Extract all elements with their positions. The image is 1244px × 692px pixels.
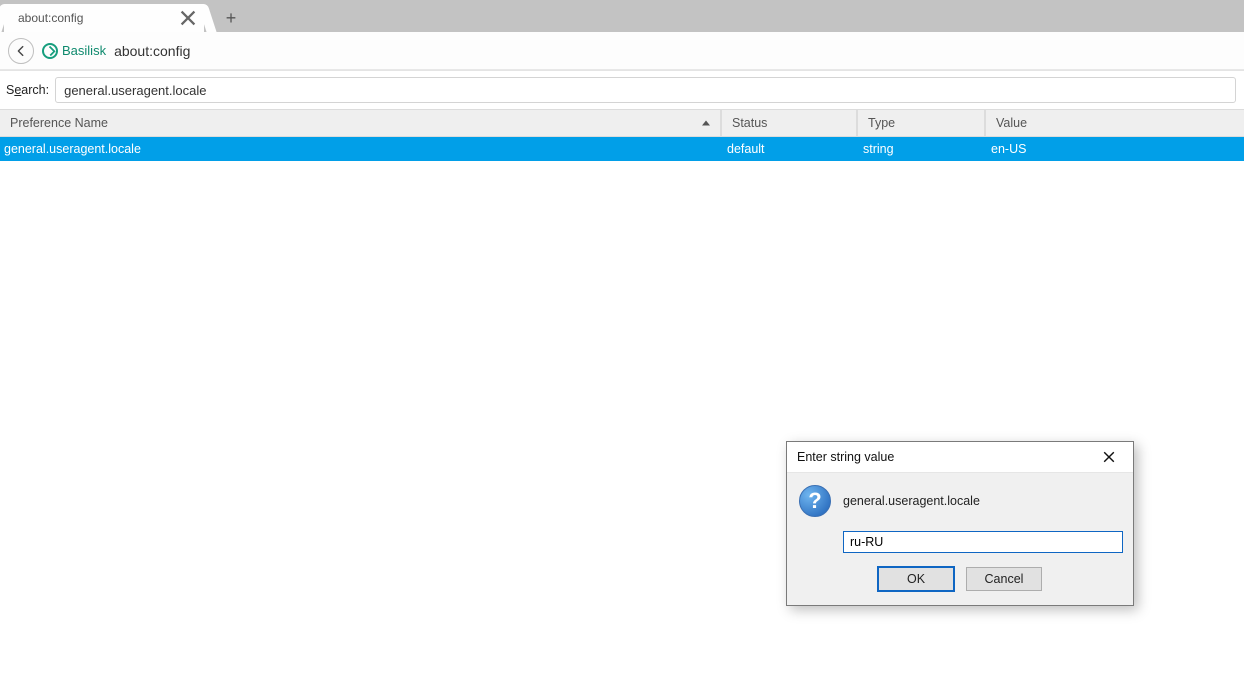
table-header: Preference Name Status Type Value: [0, 109, 1244, 137]
column-header-value-label: Value: [996, 116, 1027, 130]
nav-bar: Basilisk about:config: [0, 32, 1244, 70]
cell-status: default: [721, 142, 857, 156]
sort-ascending-icon: [702, 121, 710, 126]
dialog-pref-name: general.useragent.locale: [843, 494, 980, 508]
column-header-type[interactable]: Type: [857, 110, 985, 136]
cell-value: en-US: [985, 142, 1244, 156]
tab-title: about:config: [18, 11, 180, 25]
site-identity[interactable]: Basilisk: [42, 43, 106, 59]
column-header-type-label: Type: [868, 116, 895, 130]
dialog-titlebar[interactable]: Enter string value: [787, 442, 1133, 473]
tab-strip: about:config +: [0, 0, 1244, 32]
cell-pref-name: general.useragent.locale: [0, 142, 721, 156]
column-header-status[interactable]: Status: [721, 110, 857, 136]
dialog-value-input[interactable]: [843, 531, 1123, 553]
cell-type: string: [857, 142, 985, 156]
browser-tab[interactable]: about:config: [4, 4, 204, 32]
back-button[interactable]: [8, 38, 34, 64]
search-input[interactable]: [55, 77, 1236, 103]
identity-label: Basilisk: [62, 43, 106, 58]
dialog-title: Enter string value: [797, 450, 1089, 464]
url-text[interactable]: about:config: [114, 43, 190, 59]
dialog-body: ? general.useragent.locale OK Cancel: [787, 473, 1133, 605]
close-tab-icon[interactable]: [180, 10, 196, 26]
string-value-dialog: Enter string value ? general.useragent.l…: [786, 441, 1134, 606]
column-header-status-label: Status: [732, 116, 767, 130]
cancel-button[interactable]: Cancel: [966, 567, 1042, 591]
basilisk-icon: [42, 43, 58, 59]
search-label: Search:: [6, 83, 49, 97]
column-header-value[interactable]: Value: [985, 110, 1244, 136]
table-row[interactable]: general.useragent.locale default string …: [0, 137, 1244, 161]
new-tab-button[interactable]: +: [220, 7, 242, 29]
column-header-name-label: Preference Name: [10, 116, 108, 130]
question-icon: ?: [799, 485, 831, 517]
ok-button[interactable]: OK: [878, 567, 954, 591]
search-row: Search:: [0, 71, 1244, 109]
dialog-close-button[interactable]: [1089, 444, 1129, 470]
column-header-name[interactable]: Preference Name: [0, 110, 721, 136]
